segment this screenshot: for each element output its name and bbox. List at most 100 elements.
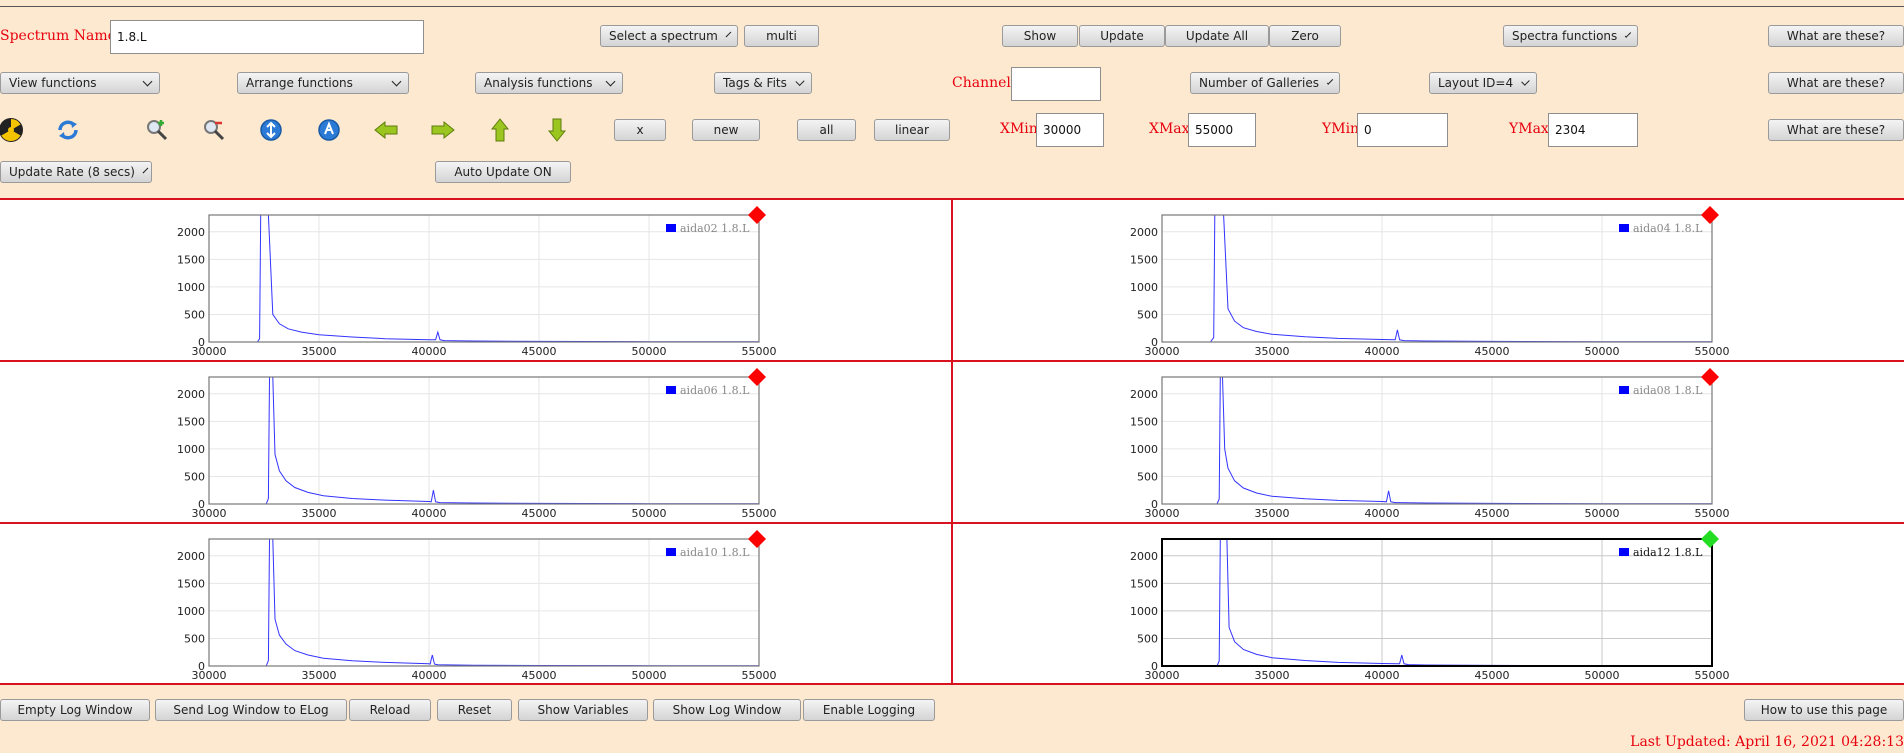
refresh-icon[interactable]: [54, 116, 82, 144]
reload-button[interactable]: Reload: [349, 699, 431, 721]
what-are-these-button-3[interactable]: What are these?: [1768, 119, 1904, 141]
arrow-up-icon[interactable]: [486, 116, 514, 144]
ymax-input[interactable]: [1548, 113, 1638, 147]
x-tick-label: 50000: [632, 345, 667, 358]
number-of-galleries-dropdown[interactable]: Number of Galleries: [1190, 72, 1340, 94]
x-tick-label: 40000: [1365, 345, 1400, 358]
empty-log-button[interactable]: Empty Log Window: [0, 699, 150, 721]
show-variables-button[interactable]: Show Variables: [518, 699, 648, 721]
ymin-label: YMin: [1322, 121, 1360, 137]
spectrum-name-label: Spectrum Name:: [0, 28, 121, 44]
x-tick-label: 55000: [742, 507, 777, 520]
plot-background: [1162, 377, 1712, 504]
y-tick-label: 1000: [1130, 605, 1158, 618]
arrange-functions-dropdown[interactable]: Arrange functions: [237, 72, 409, 94]
y-tick-label: 500: [1137, 470, 1158, 483]
x-tick-label: 55000: [742, 345, 777, 358]
arrow-down-icon[interactable]: [543, 116, 571, 144]
x-tick-label: 55000: [1695, 507, 1730, 520]
how-to-use-button[interactable]: How to use this page: [1744, 699, 1904, 721]
plot-background: [1162, 539, 1712, 666]
ymin-input[interactable]: [1357, 113, 1448, 147]
reset-button[interactable]: Reset: [437, 699, 512, 721]
spectra-functions-dropdown[interactable]: Spectra functions: [1503, 25, 1638, 47]
linear-button[interactable]: linear: [874, 119, 950, 141]
x-tick-label: 40000: [412, 669, 447, 682]
y-tick-label: 500: [184, 308, 205, 321]
x-tick-label: 40000: [1365, 507, 1400, 520]
select-spectrum-dropdown[interactable]: Select a spectrum: [600, 25, 738, 47]
new-button[interactable]: new: [692, 119, 760, 141]
y-tick-label: 1000: [177, 443, 205, 456]
y-tick-label: 2000: [1130, 226, 1158, 239]
view-functions-dropdown[interactable]: View functions: [0, 72, 160, 94]
spectrum-plot-2[interactable]: 30000 35000 40000 45000 50000 55000 0 500 1000 15…: [953, 200, 1904, 360]
x-tick-label: 30000: [1145, 507, 1180, 520]
expand-y-icon[interactable]: [315, 116, 343, 144]
y-tick-label: 1000: [1130, 281, 1158, 294]
spectrum-plot-3[interactable]: 30000 35000 40000 45000 50000 55000 0 500 1000 15…: [0, 362, 951, 522]
x-tick-label: 55000: [1695, 669, 1730, 682]
y-tick-label: 1500: [1130, 253, 1158, 266]
x-tick-label: 35000: [302, 507, 337, 520]
update-button[interactable]: Update: [1079, 25, 1165, 47]
x-tick-label: 30000: [1145, 345, 1180, 358]
x-tick-label: 30000: [192, 507, 227, 520]
x-tick-label: 35000: [302, 345, 337, 358]
update-all-button[interactable]: Update All: [1165, 25, 1269, 47]
zoom-in-icon[interactable]: [143, 116, 171, 144]
x-button[interactable]: x: [614, 119, 666, 141]
channel-label: Channel:: [952, 75, 1016, 91]
x-tick-label: 30000: [192, 345, 227, 358]
spectrum-name-input[interactable]: [110, 20, 424, 54]
arrow-right-icon[interactable]: [429, 116, 457, 144]
x-tick-label: 45000: [1475, 507, 1510, 520]
multi-button[interactable]: multi: [744, 25, 819, 47]
spectrum-plot-5[interactable]: 30000 35000 40000 45000 50000 55000 0 500 1000 15…: [0, 524, 951, 683]
auto-update-button[interactable]: Auto Update ON: [435, 161, 571, 183]
show-button[interactable]: Show: [1002, 25, 1078, 47]
x-tick-label: 45000: [522, 507, 557, 520]
x-tick-label: 50000: [1585, 345, 1620, 358]
legend-label: aida04 1.8.L: [1633, 222, 1703, 235]
y-tick-label: 0: [198, 498, 205, 511]
legend-label: aida06 1.8.L: [680, 384, 750, 397]
what-are-these-button-1[interactable]: What are these?: [1768, 25, 1904, 47]
y-tick-label: 0: [1151, 336, 1158, 349]
arrow-left-icon[interactable]: [372, 116, 400, 144]
y-tick-label: 2000: [1130, 388, 1158, 401]
x-tick-label: 50000: [1585, 669, 1620, 682]
send-log-button[interactable]: Send Log Window to ELog: [155, 699, 347, 721]
all-button[interactable]: all: [797, 119, 856, 141]
y-tick-label: 500: [1137, 308, 1158, 321]
update-rate-dropdown[interactable]: Update Rate (8 secs): [0, 161, 152, 183]
spectrum-plot-1[interactable]: 30000 35000 40000 45000 50000 55000 0 500 1000 15…: [0, 200, 951, 360]
spectrum-plot-4[interactable]: 30000 35000 40000 45000 50000 55000 0 500 1000 15…: [953, 362, 1904, 522]
last-updated-text: Last Updated: April 16, 2021 04:28:13: [1630, 734, 1904, 750]
tags-fits-dropdown[interactable]: Tags & Fits: [714, 72, 812, 94]
layout-dropdown[interactable]: Layout ID=4: [1429, 72, 1537, 94]
x-tick-label: 35000: [302, 669, 337, 682]
show-log-button[interactable]: Show Log Window: [653, 699, 801, 721]
what-are-these-button-2[interactable]: What are these?: [1768, 72, 1904, 94]
plot-background: [209, 539, 759, 666]
xmax-input[interactable]: [1188, 113, 1256, 147]
enable-logging-button[interactable]: Enable Logging: [803, 699, 935, 721]
spectrum-plot-6[interactable]: 30000 35000 40000 45000 50000 55000 0 500 1000 15…: [953, 524, 1904, 683]
x-tick-label: 30000: [1145, 669, 1180, 682]
y-tick-label: 500: [184, 632, 205, 645]
xmin-input[interactable]: [1036, 113, 1104, 147]
x-tick-label: 35000: [1255, 345, 1290, 358]
x-tick-label: 45000: [1475, 345, 1510, 358]
x-tick-label: 40000: [1365, 669, 1400, 682]
expand-x-icon[interactable]: [257, 116, 285, 144]
radiation-icon[interactable]: [0, 116, 25, 144]
y-tick-label: 1000: [177, 605, 205, 618]
x-tick-label: 45000: [522, 669, 557, 682]
legend-swatch: [1619, 386, 1629, 394]
x-tick-label: 50000: [1585, 507, 1620, 520]
channel-input[interactable]: [1011, 67, 1101, 101]
zoom-out-icon[interactable]: [200, 116, 228, 144]
analysis-functions-dropdown[interactable]: Analysis functions: [475, 72, 623, 94]
zero-button[interactable]: Zero: [1269, 25, 1341, 47]
